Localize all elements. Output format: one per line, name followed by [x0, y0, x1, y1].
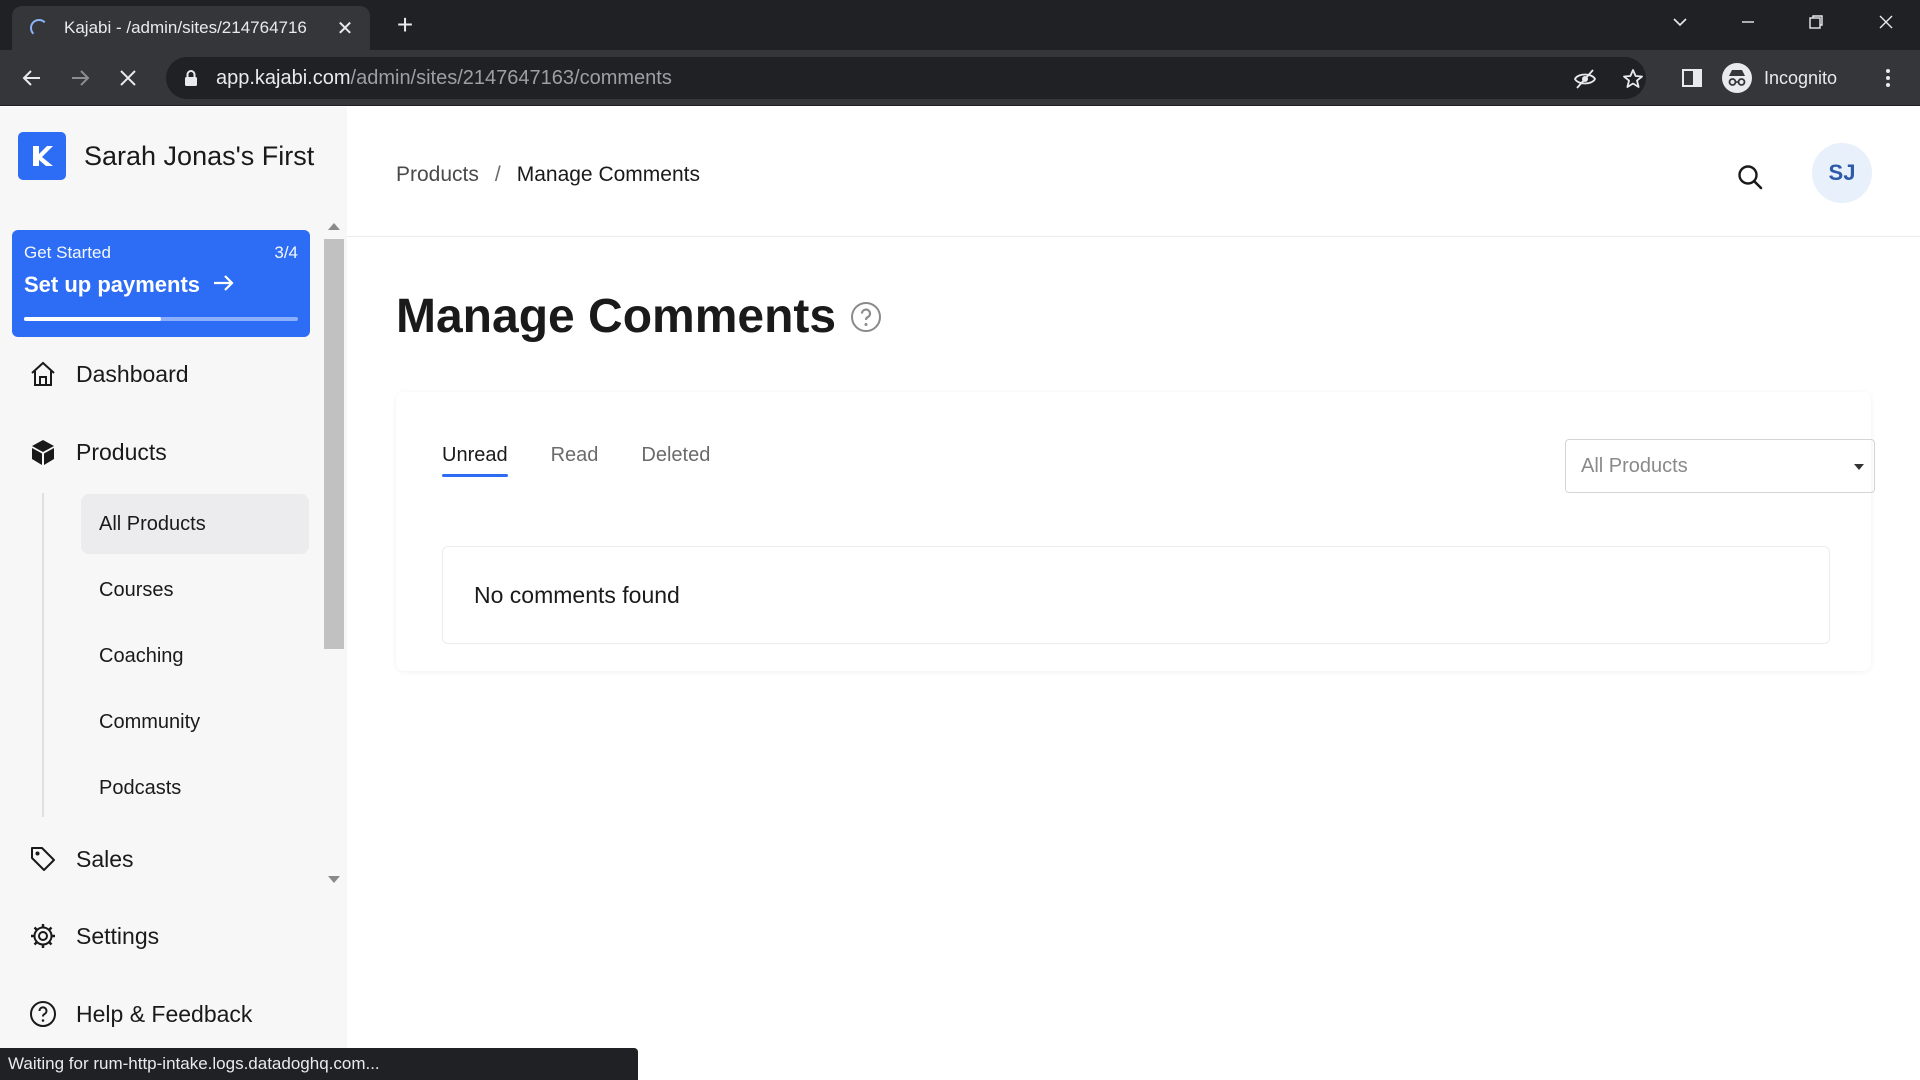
scroll-down-arrow-icon[interactable]: [328, 876, 340, 883]
breadcrumb: Products / Manage Comments: [396, 163, 700, 187]
app-root: Sarah Jonas's First Get Started 3/4 Set …: [0, 107, 1920, 1080]
get-started-progress-fill: [24, 317, 161, 321]
browser-menu-icon[interactable]: [1870, 60, 1906, 96]
sidebar-item-courses[interactable]: Courses: [81, 560, 309, 620]
top-bar: Products / Manage Comments SJ: [347, 107, 1920, 237]
tab-unread[interactable]: Unread: [442, 444, 508, 477]
breadcrumb-products-link[interactable]: Products: [396, 163, 479, 187]
nav-help-feedback[interactable]: Help & Feedback: [28, 994, 252, 1034]
sidebar-scrollbar[interactable]: [323, 223, 345, 883]
minimize-window-icon[interactable]: [1720, 0, 1776, 44]
comment-tabs: Unread Read Deleted: [442, 444, 753, 477]
nav-dashboard-label: Dashboard: [76, 360, 189, 387]
browser-toolbar: app.kajabi.com/admin/sites/2147647163/co…: [0, 50, 1920, 106]
site-name: Sarah Jonas's First: [84, 140, 315, 171]
sidebar-item-community[interactable]: Community: [81, 692, 309, 752]
stop-loading-icon[interactable]: [110, 60, 146, 96]
home-icon: [28, 359, 58, 389]
sidebar-item-label: Coaching: [99, 644, 184, 667]
sidebar-item-label: All Products: [99, 512, 206, 535]
browser-tab[interactable]: Kajabi - /admin/sites/214764716 ✕: [12, 6, 370, 50]
main-content: Products / Manage Comments SJ Manage Com…: [347, 107, 1920, 1080]
get-started-action: Set up payments: [24, 272, 201, 297]
nav-help-label: Help & Feedback: [76, 1000, 253, 1027]
breadcrumb-separator: /: [494, 163, 501, 186]
empty-state-message: No comments found: [474, 581, 680, 608]
forward-arrow-icon[interactable]: [62, 60, 98, 96]
site-switcher[interactable]: Sarah Jonas's First: [18, 132, 314, 180]
incognito-label: Incognito: [1764, 67, 1838, 88]
close-window-icon[interactable]: [1858, 0, 1914, 44]
sidebar-item-all-products[interactable]: All Products: [81, 494, 309, 554]
sidebar-item-label: Community: [99, 710, 201, 733]
kajabi-logo-icon: [18, 132, 66, 180]
product-filter-select[interactable]: All Products: [1565, 439, 1875, 493]
product-filter-value: All Products: [1581, 454, 1688, 477]
browser-tab-bar: Kajabi - /admin/sites/214764716 ✕ +: [0, 0, 1920, 50]
get-started-label: Get Started: [24, 243, 111, 262]
lock-icon: [180, 69, 202, 87]
get-started-progress-bar: [24, 317, 298, 321]
breadcrumb-current: Manage Comments: [516, 163, 700, 186]
page-title-row: Manage Comments: [396, 289, 882, 344]
scroll-up-arrow-icon[interactable]: [328, 223, 340, 230]
address-bar[interactable]: app.kajabi.com/admin/sites/2147647163/co…: [166, 57, 1646, 99]
nav-settings-label: Settings: [76, 922, 160, 949]
status-text: Waiting for rum-http-intake.logs.datadog…: [8, 1054, 380, 1073]
back-arrow-icon[interactable]: [14, 60, 50, 96]
question-mark-icon[interactable]: [850, 301, 882, 333]
get-started-card[interactable]: Get Started 3/4 Set up payments: [12, 230, 310, 337]
scrollbar-thumb[interactable]: [324, 239, 344, 649]
chevron-down-icon: [1854, 464, 1864, 470]
nav-sales[interactable]: Sales: [28, 839, 134, 879]
nav-products[interactable]: Products: [28, 432, 167, 472]
tracking-protection-eye-icon[interactable]: [1573, 67, 1597, 91]
sidebar-item-label: Courses: [99, 578, 174, 601]
help-circle-icon: [28, 999, 58, 1029]
nav-settings[interactable]: Settings: [28, 916, 159, 956]
tab-deleted[interactable]: Deleted: [641, 444, 710, 477]
nav-products-label: Products: [76, 438, 167, 465]
empty-state: No comments found: [442, 546, 1830, 644]
restore-window-icon[interactable]: [1788, 0, 1844, 44]
arrow-right-icon: [212, 271, 236, 299]
browser-status-bar: Waiting for rum-http-intake.logs.datadog…: [0, 1048, 638, 1080]
get-started-progress-text: 3/4: [274, 243, 298, 262]
search-icon[interactable]: [1733, 160, 1767, 194]
user-avatar[interactable]: SJ: [1812, 143, 1872, 203]
sidebar-item-label: Podcasts: [99, 776, 182, 799]
loading-spinner-icon: [30, 19, 48, 37]
new-tab-button[interactable]: +: [388, 8, 422, 42]
nav-dashboard[interactable]: Dashboard: [28, 354, 189, 394]
gear-icon: [28, 921, 58, 951]
comments-card: Unread Read Deleted All Products No comm…: [396, 392, 1875, 671]
url-host: app.kajabi.com: [216, 66, 351, 89]
side-panel-icon[interactable]: [1674, 60, 1710, 96]
tab-read[interactable]: Read: [551, 444, 599, 477]
bookmark-star-icon[interactable]: [1621, 67, 1645, 91]
close-tab-icon[interactable]: ✕: [334, 16, 356, 41]
tab-search-icon[interactable]: [1652, 0, 1708, 44]
sidebar-item-coaching[interactable]: Coaching: [81, 626, 309, 686]
tag-icon: [28, 844, 58, 874]
sidebar-item-podcasts[interactable]: Podcasts: [81, 758, 309, 818]
box-icon: [28, 437, 58, 467]
url-path: /admin/sites/2147647163/comments: [350, 66, 672, 89]
incognito-icon: [1722, 63, 1752, 93]
page-title: Manage Comments: [396, 290, 837, 343]
nav-sales-label: Sales: [76, 845, 134, 872]
browser-tab-title: Kajabi - /admin/sites/214764716: [64, 18, 307, 37]
submenu-guide-line: [42, 493, 44, 817]
incognito-profile-button[interactable]: Incognito: [1722, 58, 1837, 98]
sidebar: Sarah Jonas's First Get Started 3/4 Set …: [0, 107, 347, 1080]
